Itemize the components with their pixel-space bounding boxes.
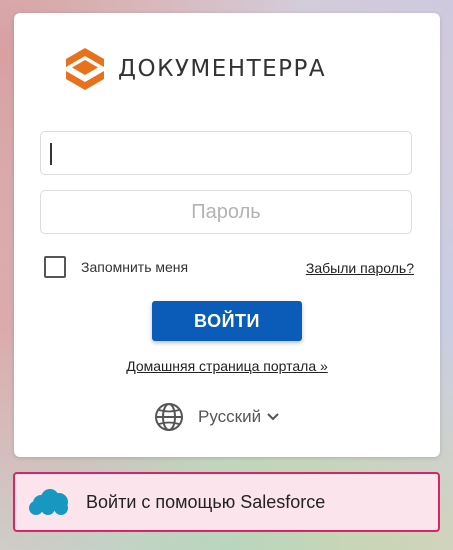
portal-home-link[interactable]: Домашняя страница портала »	[14, 358, 440, 374]
password-input[interactable]	[40, 190, 412, 234]
language-label: Русский	[198, 407, 262, 426]
login-card: ДОКУМЕНТЕРРА Запомнить меня Забыли парол…	[14, 13, 440, 457]
brand-name: ДОКУМЕНТЕРРА	[118, 56, 327, 82]
language-selector[interactable]: Русский	[154, 401, 279, 433]
brand-logo: ДОКУМЕНТЕРРА	[66, 48, 326, 90]
text-caret	[50, 143, 52, 165]
globe-icon	[155, 403, 183, 431]
username-input[interactable]	[40, 131, 412, 175]
salesforce-login-button[interactable]: Войти с помощью Salesforce	[13, 472, 440, 532]
documenterra-logo-icon	[66, 48, 104, 90]
remember-label: Запомнить меня	[81, 259, 189, 275]
chevron-down-icon	[267, 413, 279, 421]
salesforce-cloud-icon	[28, 488, 70, 516]
remember-me[interactable]: Запомнить меня	[44, 256, 188, 278]
remember-checkbox[interactable]	[44, 256, 66, 278]
salesforce-login-label: Войти с помощью Salesforce	[86, 491, 326, 512]
forgot-password-link[interactable]: Забыли пароль?	[306, 260, 414, 276]
login-button[interactable]: ВОЙТИ	[152, 301, 302, 341]
